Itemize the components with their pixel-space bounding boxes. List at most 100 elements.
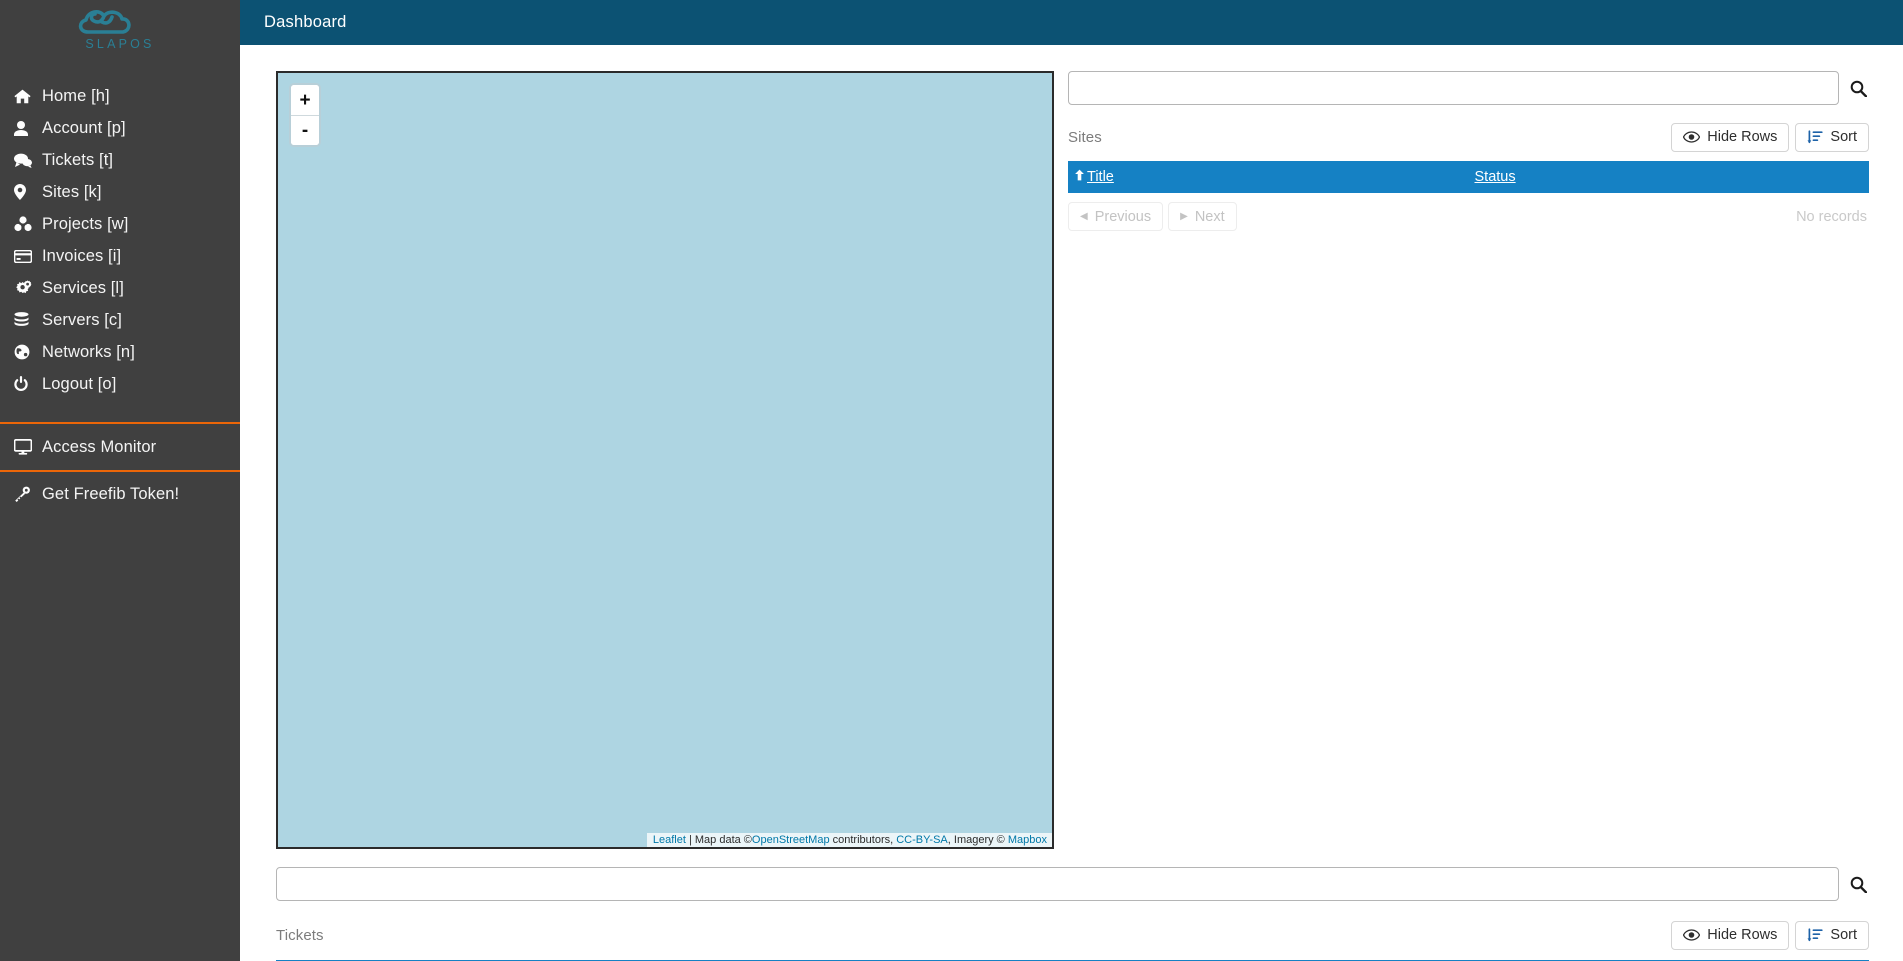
tickets-panel: Tickets Hide Rows Sort bbox=[240, 867, 1903, 961]
comments-icon bbox=[14, 153, 42, 168]
home-icon bbox=[14, 89, 42, 104]
top-header-bar: Dashboard bbox=[240, 0, 1903, 45]
sidebar-item-networks[interactable]: Networks [n] bbox=[0, 336, 240, 368]
hide-rows-label: Hide Rows bbox=[1707, 927, 1778, 943]
sort-button[interactable]: Sort bbox=[1795, 122, 1869, 152]
monitor-icon bbox=[14, 439, 42, 455]
hide-rows-button[interactable]: Hide Rows bbox=[1671, 122, 1790, 152]
tickets-title: Tickets bbox=[276, 926, 324, 944]
map-column: + - Leaflet | Map data ©OpenStreetMap co… bbox=[240, 71, 1054, 849]
sites-list-header: Sites Hide Rows Sort bbox=[1068, 122, 1869, 152]
sidebar-item-label: Access Monitor bbox=[42, 437, 157, 456]
eye-icon bbox=[1683, 929, 1701, 941]
sites-search-row bbox=[1068, 71, 1869, 105]
sidebar-item-servers[interactable]: Servers [c] bbox=[0, 304, 240, 336]
license-link[interactable]: CC-BY-SA bbox=[896, 834, 948, 846]
search-icon[interactable] bbox=[1847, 75, 1869, 101]
sidebar-item-projects[interactable]: Projects [w] bbox=[0, 208, 240, 240]
credit-card-icon bbox=[14, 249, 42, 263]
sidebar-item-tickets[interactable]: Tickets [t] bbox=[0, 144, 240, 176]
sort-label: Sort bbox=[1830, 129, 1857, 145]
gears-icon bbox=[14, 280, 42, 296]
sidebar: SLAPOS Home [h] Account [p] Tickets [t] … bbox=[0, 0, 240, 961]
leaflet-map[interactable]: + - Leaflet | Map data ©OpenStreetMap co… bbox=[276, 71, 1054, 849]
sort-amount-icon bbox=[1807, 928, 1824, 942]
next-page-button[interactable]: ▶ Next bbox=[1168, 202, 1237, 231]
power-icon bbox=[14, 376, 42, 392]
sites-empty-text: No records bbox=[1796, 208, 1867, 225]
sidebar-item-get-freefib-token[interactable]: Get Freefib Token! bbox=[0, 472, 240, 516]
map-pin-icon bbox=[14, 184, 42, 200]
sites-table-header-row: Title Status bbox=[1068, 161, 1869, 193]
zoom-in-button[interactable]: + bbox=[291, 85, 319, 115]
next-label: Next bbox=[1194, 208, 1225, 225]
previous-page-button[interactable]: ◀ Previous bbox=[1068, 202, 1164, 231]
sites-column-title[interactable]: Title bbox=[1068, 161, 1469, 193]
sidebar-item-account[interactable]: Account [p] bbox=[0, 112, 240, 144]
tickets-search-row bbox=[276, 867, 1869, 901]
chevron-left-icon: ◀ bbox=[1080, 210, 1088, 222]
map-attribution: Leaflet | Map data ©OpenStreetMap contri… bbox=[646, 833, 1052, 847]
sidebar-token-block: Get Freefib Token! bbox=[0, 472, 240, 516]
previous-label: Previous bbox=[1094, 208, 1152, 225]
zoom-out-button[interactable]: - bbox=[291, 115, 319, 145]
sites-table-head: Title Status bbox=[1068, 161, 1869, 193]
sites-column-status[interactable]: Status bbox=[1469, 161, 1870, 193]
attribution-mapdata-prefix: Map data © bbox=[694, 834, 752, 846]
sites-pager: ◀ Previous ▶ Next bbox=[1068, 202, 1237, 231]
sidebar-item-services[interactable]: Services [l] bbox=[0, 272, 240, 304]
sidebar-item-invoices[interactable]: Invoices [i] bbox=[0, 240, 240, 272]
sidebar-nav: Home [h] Account [p] Tickets [t] Sites [… bbox=[0, 80, 240, 400]
sites-table: Title Status bbox=[1068, 161, 1869, 193]
slapos-cloud-logo-icon: SLAPOS bbox=[78, 10, 154, 51]
content-area: + - Leaflet | Map data ©OpenStreetMap co… bbox=[240, 45, 1903, 961]
main-area: Dashboard + - Leaflet | Map data ©OpenSt… bbox=[240, 0, 1903, 961]
chevron-right-icon: ▶ bbox=[1180, 210, 1188, 222]
app-root: SLAPOS Home [h] Account [p] Tickets [t] … bbox=[0, 0, 1903, 961]
search-icon[interactable] bbox=[1847, 871, 1869, 897]
hide-rows-label: Hide Rows bbox=[1707, 129, 1778, 145]
sites-title: Sites bbox=[1068, 128, 1102, 146]
sort-button[interactable]: Sort bbox=[1795, 920, 1869, 950]
sidebar-item-label: Networks [n] bbox=[42, 342, 135, 361]
sites-panel: Sites Hide Rows Sort Title Status ◀ Prev… bbox=[1054, 71, 1903, 849]
dashboard-top-row: + - Leaflet | Map data ©OpenStreetMap co… bbox=[240, 45, 1903, 849]
leaflet-link[interactable]: Leaflet bbox=[653, 834, 686, 846]
sort-label: Sort bbox=[1830, 927, 1857, 943]
sites-actions: Hide Rows Sort bbox=[1671, 122, 1869, 152]
key-icon bbox=[14, 486, 42, 502]
sort-amount-icon bbox=[1807, 130, 1824, 144]
page-title: Dashboard bbox=[264, 13, 347, 31]
svg-text:SLAPOS: SLAPOS bbox=[85, 37, 154, 51]
sidebar-item-label: Projects [w] bbox=[42, 214, 129, 233]
brand-logo[interactable]: SLAPOS bbox=[0, 0, 240, 52]
tickets-list-header: Tickets Hide Rows Sort bbox=[276, 920, 1869, 950]
sidebar-item-label: Services [l] bbox=[42, 278, 124, 297]
tickets-actions: Hide Rows Sort bbox=[1671, 920, 1869, 950]
sites-column-title-label: Title bbox=[1087, 169, 1114, 185]
mapbox-link[interactable]: Mapbox bbox=[1008, 834, 1047, 846]
eye-icon bbox=[1683, 131, 1701, 143]
sites-search-input[interactable] bbox=[1068, 71, 1839, 105]
openstreetmap-link[interactable]: OpenStreetMap bbox=[752, 834, 830, 846]
attribution-separator: | bbox=[685, 834, 695, 846]
sidebar-item-home[interactable]: Home [h] bbox=[0, 80, 240, 112]
sites-table-footer: ◀ Previous ▶ Next No records bbox=[1068, 202, 1869, 231]
sites-column-status-label: Status bbox=[1474, 169, 1516, 185]
attribution-imagery-prefix: , Imagery © bbox=[947, 834, 1008, 846]
user-icon bbox=[14, 120, 42, 136]
sidebar-item-access-monitor[interactable]: Access Monitor bbox=[0, 424, 240, 470]
hide-rows-button[interactable]: Hide Rows bbox=[1671, 920, 1790, 950]
sidebar-access-monitor-block: Access Monitor bbox=[0, 424, 240, 470]
database-icon bbox=[14, 312, 42, 328]
sidebar-item-logout[interactable]: Logout [o] bbox=[0, 368, 240, 400]
tickets-search-input[interactable] bbox=[276, 867, 1839, 901]
globe-icon bbox=[14, 344, 42, 360]
sidebar-item-sites[interactable]: Sites [k] bbox=[0, 176, 240, 208]
sidebar-item-label: Logout [o] bbox=[42, 374, 117, 393]
sidebar-item-label: Get Freefib Token! bbox=[42, 484, 180, 503]
map-zoom-controls: + - bbox=[289, 83, 321, 147]
sidebar-item-label: Account [p] bbox=[42, 118, 126, 137]
sort-asc-arrow-icon bbox=[1074, 169, 1085, 185]
